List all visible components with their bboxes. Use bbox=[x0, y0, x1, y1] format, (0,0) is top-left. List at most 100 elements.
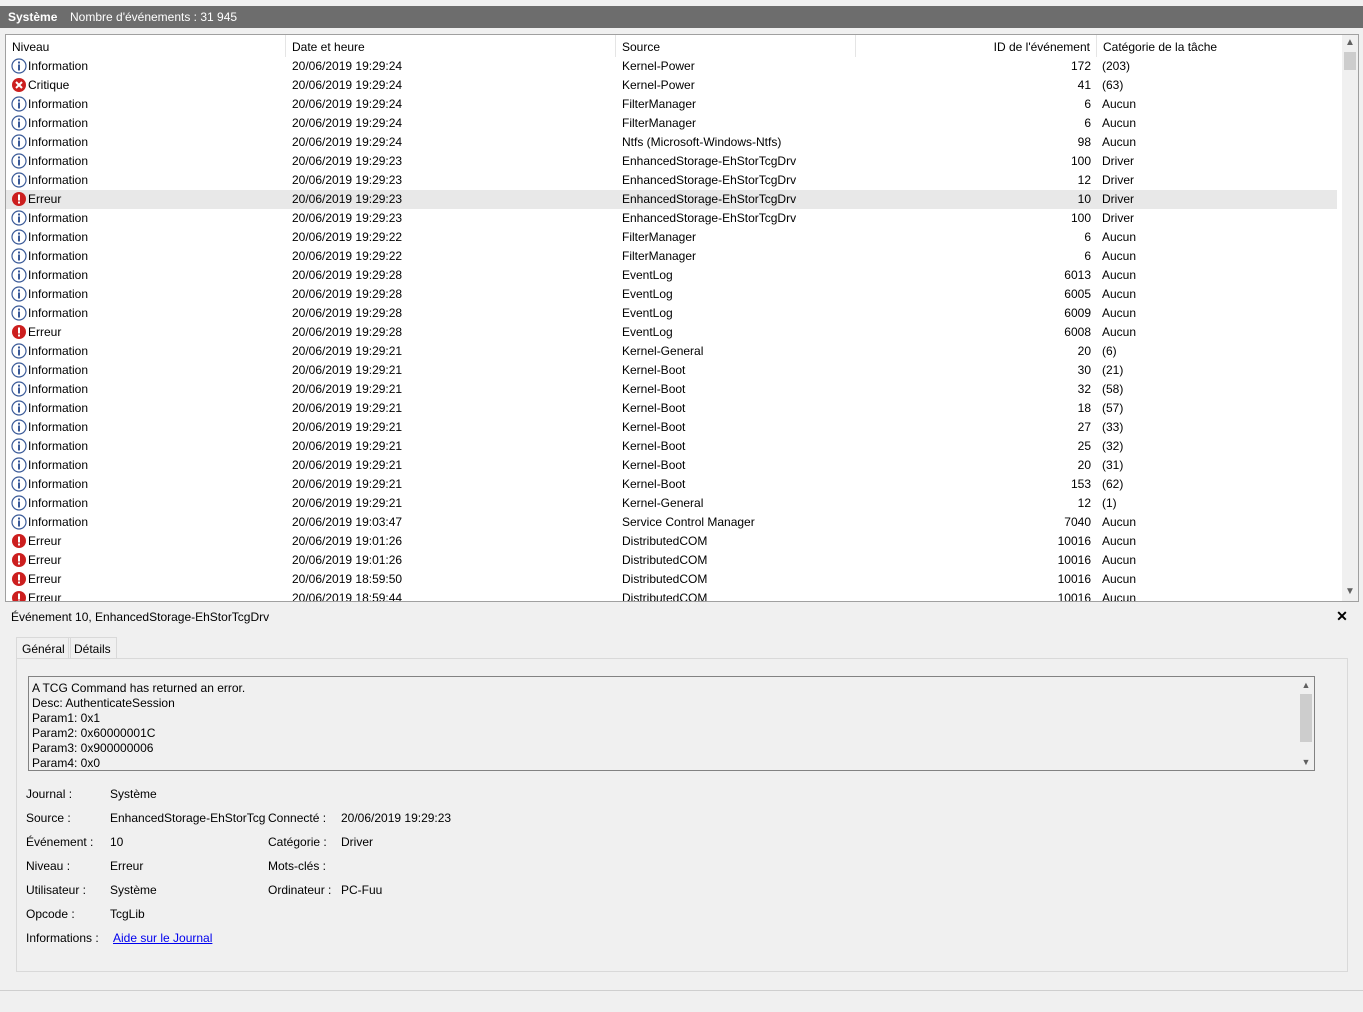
tab-details-label: Détails bbox=[74, 642, 111, 656]
event-row[interactable]: Erreur 20/06/2019 18:59:44 DistributedCOM 1… bbox=[6, 589, 1337, 602]
level-label: Niveau : bbox=[26, 859, 71, 873]
message-scroll-thumb[interactable] bbox=[1300, 694, 1312, 742]
event-row[interactable]: Information 20/06/2019 19:29:23 EnhancedSt… bbox=[6, 152, 1337, 171]
journal-help-link[interactable]: Aide sur le Journal bbox=[113, 931, 212, 946]
info-icon bbox=[11, 172, 27, 188]
event-date: 20/06/2019 19:29:23 bbox=[292, 192, 403, 206]
event-source: Kernel-Boot bbox=[622, 477, 686, 491]
event-category: Aucun bbox=[1102, 591, 1137, 602]
event-row[interactable]: Information 20/06/2019 19:29:23 EnhancedSt… bbox=[6, 209, 1337, 228]
event-id: 32 bbox=[1077, 382, 1091, 396]
event-source: Kernel-General bbox=[622, 344, 704, 358]
event-row[interactable]: Information 20/06/2019 19:29:22 FilterMana… bbox=[6, 228, 1337, 247]
event-category: Aucun bbox=[1102, 249, 1137, 263]
event-row[interactable]: Information 20/06/2019 19:29:23 EnhancedSt… bbox=[6, 171, 1337, 190]
event-date: 20/06/2019 19:29:21 bbox=[292, 496, 403, 510]
event-row[interactable]: Information 20/06/2019 19:29:22 FilterMana… bbox=[6, 247, 1337, 266]
event-row[interactable]: Information 20/06/2019 19:29:24 FilterMana… bbox=[6, 114, 1337, 133]
column-header-source[interactable]: Source bbox=[616, 35, 856, 57]
event-date: 20/06/2019 19:29:21 bbox=[292, 401, 403, 415]
event-row[interactable]: Erreur 20/06/2019 18:59:50 DistributedCOM 1… bbox=[6, 570, 1337, 589]
message-line: Param2: 0x60000001C bbox=[32, 726, 156, 740]
event-source: Kernel-Boot bbox=[622, 401, 686, 415]
message-line: Param3: 0x900000006 bbox=[32, 741, 154, 755]
info-icon bbox=[11, 476, 27, 492]
info-icon bbox=[11, 362, 27, 378]
event-level: Information bbox=[28, 477, 89, 491]
event-row[interactable]: Information 20/06/2019 19:29:28 EventLog 60… bbox=[6, 304, 1337, 323]
event-category: (32) bbox=[1102, 439, 1124, 453]
event-row[interactable]: Erreur 20/06/2019 19:29:23 EnhancedStorage… bbox=[6, 190, 1337, 209]
event-row[interactable]: Information 20/06/2019 19:29:21 Kernel-Gen… bbox=[6, 342, 1337, 361]
column-header-category[interactable]: Catégorie de la tâche bbox=[1097, 35, 1342, 57]
event-id: 6 bbox=[1084, 97, 1091, 111]
scroll-down-icon[interactable]: ▼ bbox=[1342, 584, 1358, 600]
scroll-up-icon[interactable]: ▲ bbox=[1342, 35, 1358, 51]
event-id: 12 bbox=[1077, 496, 1091, 510]
info-icon bbox=[11, 438, 27, 454]
event-id: 20 bbox=[1077, 344, 1091, 358]
events-grid[interactable]: Niveau Date et heure Source ID de l'évén… bbox=[5, 34, 1359, 602]
event-row[interactable]: Information 20/06/2019 19:03:47 Service Co… bbox=[6, 513, 1337, 532]
grid-scrollbar[interactable]: ▲ ▼ bbox=[1342, 35, 1358, 601]
event-category: (58) bbox=[1102, 382, 1124, 396]
message-scrollbar[interactable]: ▲ ▼ bbox=[1298, 677, 1314, 770]
event-category: Aucun bbox=[1102, 515, 1137, 529]
logged-label: Connecté : bbox=[268, 811, 327, 825]
event-date: 20/06/2019 19:29:24 bbox=[292, 97, 403, 111]
event-message-box[interactable]: A TCG Command has returned an error. Des… bbox=[28, 676, 1315, 771]
info-icon bbox=[11, 514, 27, 530]
event-date: 20/06/2019 19:29:22 bbox=[292, 230, 403, 244]
tab-general[interactable]: Général bbox=[16, 637, 71, 659]
event-row[interactable]: Information 20/06/2019 19:29:21 Kernel-Boo… bbox=[6, 361, 1337, 380]
opcode-label: Opcode : bbox=[26, 907, 75, 921]
event-row[interactable]: Information 20/06/2019 19:29:21 Kernel-Boo… bbox=[6, 456, 1337, 475]
event-row[interactable]: Information 20/06/2019 19:29:24 FilterMana… bbox=[6, 95, 1337, 114]
event-row[interactable]: Erreur 20/06/2019 19:01:26 DistributedCOM 1… bbox=[6, 532, 1337, 551]
column-header-event-id[interactable]: ID de l'événement bbox=[856, 35, 1097, 57]
column-header-level[interactable]: Niveau bbox=[6, 35, 286, 57]
chevron-up-icon[interactable]: ▲ bbox=[1298, 677, 1314, 693]
event-row[interactable]: Information 20/06/2019 19:29:24 Kernel-Pow… bbox=[6, 57, 1337, 76]
column-header-date[interactable]: Date et heure bbox=[286, 35, 616, 57]
event-row[interactable]: Information 20/06/2019 19:29:28 EventLog 60… bbox=[6, 285, 1337, 304]
event-source: DistributedCOM bbox=[622, 553, 708, 567]
event-row[interactable]: Critique 20/06/2019 19:29:24 Kernel-Power 4… bbox=[6, 76, 1337, 95]
event-source: FilterManager bbox=[622, 249, 697, 263]
event-date: 20/06/2019 19:29:21 bbox=[292, 420, 403, 434]
event-row[interactable]: Information 20/06/2019 19:29:24 Ntfs (Micr… bbox=[6, 133, 1337, 152]
event-category: (203) bbox=[1102, 59, 1131, 73]
event-date: 20/06/2019 19:01:26 bbox=[292, 534, 403, 548]
info-icon bbox=[11, 343, 27, 359]
event-source: Kernel-General bbox=[622, 496, 704, 510]
event-row[interactable]: Information 20/06/2019 19:29:21 Kernel-Gen… bbox=[6, 494, 1337, 513]
tab-general-label: Général bbox=[22, 642, 65, 656]
event-source: EnhancedStorage-EhStorTcgDrv bbox=[622, 211, 797, 225]
close-icon[interactable]: ✕ bbox=[1334, 608, 1350, 624]
event-id: 20 bbox=[1077, 458, 1091, 472]
event-source: EventLog bbox=[622, 268, 673, 282]
event-row[interactable]: Information 20/06/2019 19:29:21 Kernel-Boo… bbox=[6, 437, 1337, 456]
source-label: Source : bbox=[26, 811, 71, 825]
chevron-down-icon[interactable]: ▼ bbox=[1298, 754, 1314, 770]
event-row[interactable]: Information 20/06/2019 19:29:28 EventLog 60… bbox=[6, 266, 1337, 285]
event-row[interactable]: Information 20/06/2019 19:29:21 Kernel-Boo… bbox=[6, 475, 1337, 494]
event-category: Driver bbox=[1102, 154, 1134, 168]
scroll-thumb[interactable] bbox=[1344, 52, 1356, 70]
info-icon bbox=[11, 229, 27, 245]
event-category: Aucun bbox=[1102, 230, 1137, 244]
event-row[interactable]: Information 20/06/2019 19:29:21 Kernel-Boo… bbox=[6, 399, 1337, 418]
opcode-value: TcgLib bbox=[110, 907, 145, 921]
event-row[interactable]: Erreur 20/06/2019 19:29:28 EventLog 6008 Auc… bbox=[6, 323, 1337, 342]
event-date: 20/06/2019 19:29:22 bbox=[292, 249, 403, 263]
event-date: 20/06/2019 19:03:47 bbox=[292, 515, 403, 529]
event-date: 20/06/2019 19:29:23 bbox=[292, 211, 403, 225]
log-name: Système bbox=[8, 10, 58, 24]
category-value: Driver bbox=[341, 835, 373, 849]
event-row[interactable]: Information 20/06/2019 19:29:21 Kernel-Boo… bbox=[6, 418, 1337, 437]
event-level: Information bbox=[28, 306, 89, 320]
event-row[interactable]: Erreur 20/06/2019 19:01:26 DistributedCOM 1… bbox=[6, 551, 1337, 570]
event-row[interactable]: Information 20/06/2019 19:29:21 Kernel-Boo… bbox=[6, 380, 1337, 399]
info-icon bbox=[11, 400, 27, 416]
tab-details[interactable]: Détails bbox=[68, 637, 117, 659]
